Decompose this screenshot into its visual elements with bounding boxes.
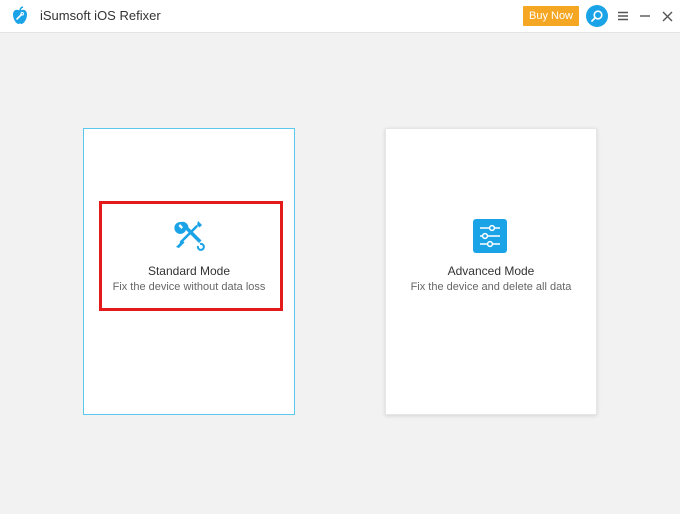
app-logo-icon <box>13 6 27 24</box>
advanced-mode-card[interactable]: Advanced Mode Fix the device and delete … <box>385 128 597 415</box>
hamburger-menu-icon <box>618 11 628 21</box>
buy-now-button[interactable]: Buy Now <box>523 6 579 26</box>
advanced-mode-title: Advanced Mode <box>447 264 535 278</box>
close-icon <box>662 11 672 21</box>
sliders-icon <box>473 219 507 253</box>
search-icon <box>591 10 603 22</box>
standard-mode-description: Fix the device without data loss <box>112 281 266 293</box>
minimize-button[interactable] <box>636 7 654 25</box>
search-button[interactable] <box>586 5 608 27</box>
tools-icon <box>174 221 205 251</box>
menu-button[interactable] <box>614 7 632 25</box>
minimize-icon <box>640 15 650 17</box>
advanced-mode-description: Fix the device and delete all data <box>410 281 572 293</box>
app-title: iSumsoft iOS Refixer <box>40 8 161 23</box>
title-bar: iSumsoft iOS Refixer Buy Now <box>0 0 680 33</box>
close-button[interactable] <box>658 7 676 25</box>
standard-mode-title: Standard Mode <box>147 264 231 278</box>
standard-mode-card[interactable]: Standard Mode Fix the device without dat… <box>83 128 295 415</box>
